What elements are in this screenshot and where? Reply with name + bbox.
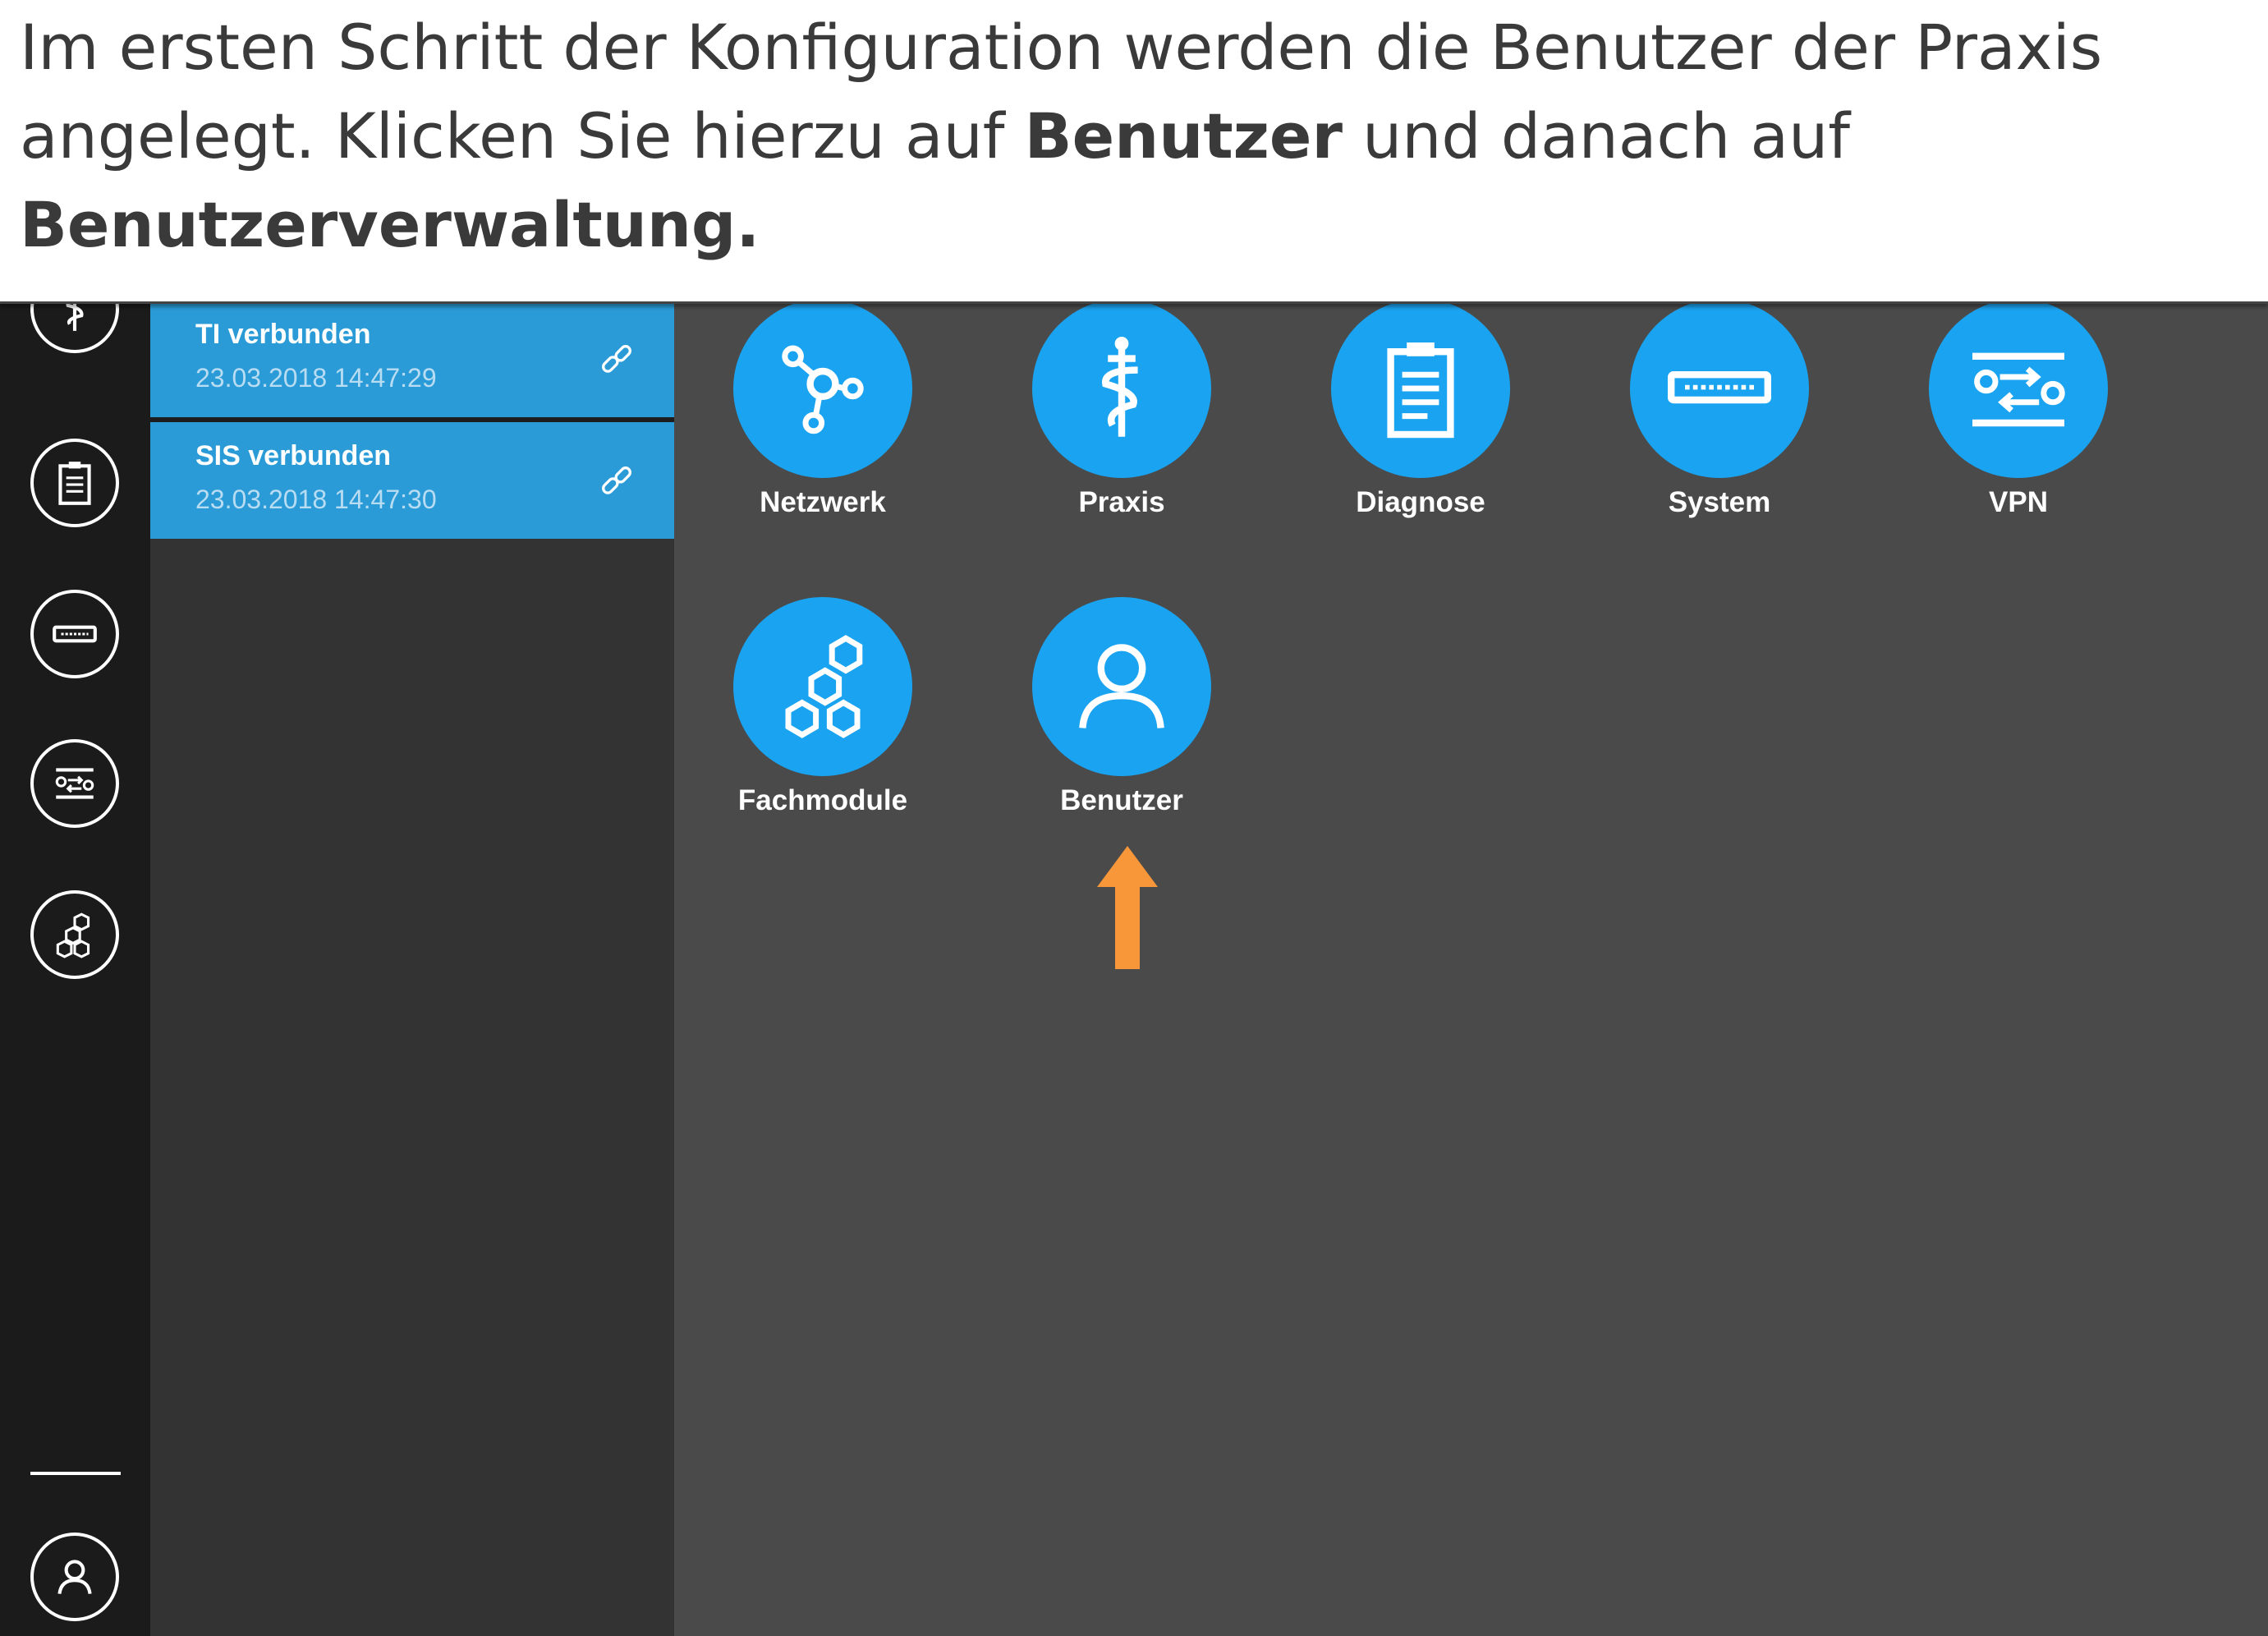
- status-panel: TI verbunden 23.03.2018 14:47:29 SIS ver…: [150, 304, 674, 1636]
- status-title: SIS verbunden: [195, 440, 392, 471]
- tile-benutzer[interactable]: Benutzer: [1023, 597, 1220, 817]
- tile-label: Diagnose: [1356, 486, 1485, 518]
- tile-system[interactable]: System: [1621, 299, 1818, 519]
- status-title: TI verbunden: [195, 319, 371, 350]
- tile-label: Fachmodule: [737, 784, 908, 816]
- status-item-ti[interactable]: TI verbunden 23.03.2018 14:47:29: [150, 304, 674, 417]
- tile-praxis[interactable]: Praxis: [1023, 299, 1220, 519]
- tile-system-circle[interactable]: [1630, 299, 1809, 478]
- instruction-text: Im ersten Schritt der Konfiguration werd…: [20, 3, 2248, 269]
- hexagons-icon: [785, 635, 863, 738]
- vpn-icon: [1972, 352, 2065, 427]
- status-time: 23.03.2018 14:47:29: [195, 363, 437, 393]
- link-icon: [602, 466, 631, 494]
- vpn-icon: [55, 768, 94, 799]
- rail-diagnose-button[interactable]: [30, 439, 119, 527]
- caduceus-icon: [1102, 337, 1138, 437]
- device-icon: [53, 625, 97, 643]
- instruction-box: Im ersten Schritt der Konfiguration werd…: [0, 0, 2268, 304]
- tile-vpn[interactable]: VPN: [1920, 299, 2117, 519]
- instruction-bold-benutzerverwaltung: Benutzerverwaltung.: [20, 188, 760, 261]
- user-icon: [57, 1560, 92, 1595]
- rail-vpn-button[interactable]: [30, 739, 119, 828]
- hexagons-icon: [56, 912, 90, 958]
- tile-vpn-circle[interactable]: [1929, 299, 2108, 478]
- rail-user-button[interactable]: [30, 1533, 119, 1621]
- tile-netzwerk-circle[interactable]: [733, 299, 912, 478]
- rail-divider: [30, 1472, 121, 1475]
- tile-benutzer-circle[interactable]: [1032, 597, 1211, 776]
- tile-label: Praxis: [1078, 486, 1165, 518]
- sidebar-rail: [0, 264, 150, 1636]
- link-icon: [602, 345, 631, 373]
- tile-label: VPN: [1989, 486, 2048, 518]
- status-item-sis[interactable]: SIS verbunden 23.03.2018 14:47:30: [150, 422, 674, 539]
- user-icon: [1079, 644, 1164, 728]
- tile-diagnose[interactable]: Diagnose: [1322, 299, 1519, 519]
- status-time: 23.03.2018 14:47:30: [195, 485, 437, 514]
- clipboard-icon: [58, 462, 91, 505]
- rail-fachmodule-button[interactable]: [30, 890, 119, 979]
- tile-label: Benutzer: [1060, 784, 1183, 816]
- instruction-bold-benutzer: Benutzer: [1024, 99, 1343, 172]
- clipboard-icon: [1387, 342, 1454, 439]
- tile-fachmodule-circle[interactable]: [733, 597, 912, 776]
- tile-diagnose-circle[interactable]: [1331, 299, 1510, 478]
- tile-fachmodule[interactable]: Fachmodule: [724, 597, 921, 817]
- up-arrow-icon: [1097, 846, 1158, 969]
- rail-system-button[interactable]: [30, 590, 119, 678]
- tile-label: Netzwerk: [760, 486, 886, 518]
- network-icon: [782, 345, 864, 434]
- instruction-text-part: und danach auf: [1342, 99, 1850, 172]
- tile-praxis-circle[interactable]: [1032, 299, 1211, 478]
- tile-netzwerk[interactable]: Netzwerk: [724, 299, 921, 519]
- device-icon: [1668, 371, 1771, 404]
- tile-label: System: [1668, 486, 1771, 518]
